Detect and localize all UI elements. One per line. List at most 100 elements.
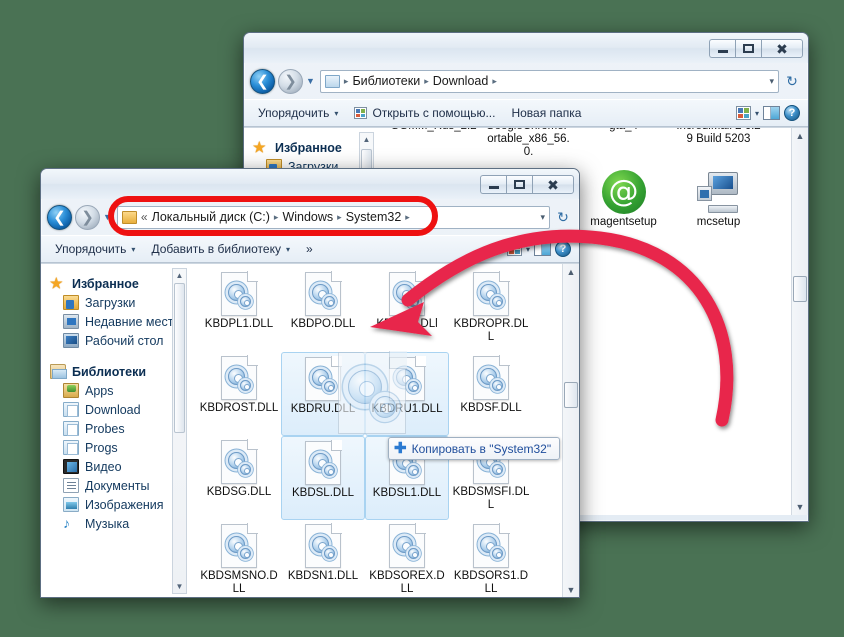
front-file-scrollbar[interactable]: ▲ ▼ (562, 264, 579, 598)
file-item[interactable]: KBDSOREX.DLL (365, 520, 449, 598)
scroll-up-icon[interactable]: ▲ (563, 264, 579, 280)
maximize-button[interactable] (506, 175, 532, 194)
breadcrumb-separator[interactable]: ▸ (424, 76, 429, 87)
sidebar-item-label: Apps (85, 384, 114, 398)
sidebar-item-probes[interactable]: Probes (41, 419, 189, 438)
sidebar-item-progs[interactable]: Progs (41, 438, 189, 457)
new-folder-button[interactable]: Новая папка (503, 103, 589, 123)
sidebar-group-libraries[interactable]: Библиотеки (41, 362, 189, 381)
scroll-up-icon[interactable]: ▲ (792, 128, 808, 144)
address-overflow-icon[interactable]: « (141, 210, 148, 224)
file-item[interactable]: KBDPO.DLL (281, 268, 365, 352)
file-item[interactable]: KBDRO.DLl (365, 268, 449, 352)
back-file-scrollbar[interactable]: ▲ ▼ (791, 128, 808, 515)
open-with-button[interactable]: Открыть с помощью... (346, 103, 503, 123)
scroll-up-icon[interactable]: ▲ (360, 133, 373, 146)
file-item[interactable]: GoogleChromePortable_x86_56.0. (481, 128, 576, 166)
back-button[interactable]: ❮ (47, 205, 72, 230)
scrollbar-thumb[interactable] (564, 382, 578, 408)
help-icon[interactable]: ? (784, 105, 800, 121)
file-item[interactable]: KBDSF.DLL (449, 352, 533, 436)
forward-button[interactable]: ❯ (75, 205, 100, 230)
maximize-button[interactable] (735, 39, 761, 58)
scroll-down-icon[interactable]: ▼ (173, 580, 186, 593)
close-button[interactable]: ✖ (532, 175, 574, 194)
file-item[interactable]: KBDSMSNO.DLL (197, 520, 281, 598)
scrollbar-thumb[interactable] (174, 283, 185, 433)
file-item[interactable]: KBDROPR.DLL (449, 268, 533, 352)
file-item[interactable]: KBDSORS1.DLL (449, 520, 533, 598)
file-item[interactable]: gta_4 (576, 128, 671, 166)
back-button[interactable]: ❮ (250, 69, 275, 94)
refresh-icon[interactable]: ↻ (782, 70, 802, 92)
scrollbar-thumb[interactable] (793, 276, 807, 302)
file-label: KBDSL.DLL (283, 487, 363, 500)
file-item[interactable]: KBDSG.DLL (197, 436, 281, 520)
sidebar-item-download[interactable]: Download (41, 400, 189, 419)
file-item-drop-target[interactable]: KBDSL.DLL (281, 436, 365, 520)
breadcrumb-separator[interactable]: ▸ (337, 212, 342, 223)
forward-button[interactable]: ❯ (278, 69, 303, 94)
sidebar-group-favorites[interactable]: ★ Избранное (244, 138, 376, 157)
close-button[interactable]: ✖ (761, 39, 803, 58)
scroll-up-icon[interactable]: ▲ (173, 269, 186, 282)
change-view-icon[interactable] (507, 242, 522, 256)
front-navpane-scrollbar[interactable]: ▲ ▼ (172, 268, 187, 594)
file-label: KBDPL1.DLL (199, 318, 279, 331)
explorer-window-system32[interactable]: ✖ ❮ ❯ ▼ « Локальный диск (C:) ▸ Windows … (40, 168, 580, 598)
breadcrumb-local-disk[interactable]: Локальный диск (C:) (152, 210, 270, 224)
drop-action-text: Копировать в "System32" (412, 442, 552, 456)
organize-button[interactable]: Упорядочить ▾ (250, 103, 346, 123)
file-item[interactable]: mcsetup (671, 166, 766, 262)
sidebar-item-изображения[interactable]: Изображения (41, 495, 189, 514)
breadcrumb-libraries[interactable]: Библиотеки (352, 74, 420, 88)
sidebar-item-label: Download (85, 403, 141, 417)
toolbar-overflow-button[interactable]: » (298, 239, 321, 259)
minimize-button[interactable] (709, 39, 735, 58)
sidebar-item-музыка[interactable]: ♪Музыка (41, 514, 189, 533)
sidebar-item-недавние-места[interactable]: Недавние места (41, 312, 189, 331)
breadcrumb-separator[interactable]: ▸ (344, 76, 349, 87)
recent-pages-dropdown[interactable]: ▼ (103, 212, 112, 222)
chevron-down-icon[interactable]: ▾ (526, 245, 530, 254)
breadcrumb-download[interactable]: Download (433, 74, 489, 88)
help-icon[interactable]: ? (555, 241, 571, 257)
file-item[interactable]: KBDPL1.DLL (197, 268, 281, 352)
chevron-down-icon[interactable]: ▾ (755, 109, 759, 118)
recent-pages-dropdown[interactable]: ▼ (306, 76, 315, 86)
back-window-titlebar[interactable]: ✖ (244, 33, 808, 63)
sidebar-item-загрузки[interactable]: Загрузки (41, 293, 189, 312)
front-window-titlebar[interactable]: ✖ (41, 169, 579, 199)
breadcrumb-separator[interactable]: ▸ (405, 212, 410, 223)
preview-pane-icon[interactable] (763, 106, 780, 120)
sidebar-item-видео[interactable]: Видео (41, 457, 189, 476)
change-view-icon[interactable] (736, 106, 751, 120)
refresh-icon[interactable]: ↻ (553, 206, 573, 228)
front-address-bar[interactable]: « Локальный диск (C:) ▸ Windows ▸ System… (117, 206, 550, 229)
back-address-bar[interactable]: ▸ Библиотеки ▸ Download ▸ ▾ (320, 70, 779, 93)
sidebar-item-apps[interactable]: Apps (41, 381, 189, 400)
file-item[interactable]: @magentsetup (576, 166, 671, 262)
breadcrumb-system32[interactable]: System32 (346, 210, 402, 224)
sidebar-item-рабочий-стол[interactable]: Рабочий стол (41, 331, 189, 350)
file-label: KBDROST.DLL (199, 402, 279, 415)
scroll-down-icon[interactable]: ▼ (563, 582, 579, 598)
add-to-library-button[interactable]: Добавить в библиотеку ▾ (143, 239, 298, 259)
breadcrumb-separator[interactable]: ▸ (492, 76, 497, 87)
breadcrumb-separator[interactable]: ▸ (274, 212, 279, 223)
organize-button[interactable]: Упорядочить ▾ (47, 239, 143, 259)
preview-pane-icon[interactable] (534, 242, 551, 256)
file-item[interactable]: GGMM_Rus_2.2 (386, 128, 481, 166)
file-item[interactable]: KBDROST.DLL (197, 352, 281, 436)
file-label: GoogleChromePortable_x86_56.0. (484, 128, 574, 159)
scroll-down-icon[interactable]: ▼ (792, 499, 808, 515)
breadcrumb-windows[interactable]: Windows (282, 210, 333, 224)
address-dropdown-caret[interactable]: ▾ (540, 212, 545, 223)
drop-action-tooltip: ✚ Копировать в "System32" (388, 437, 560, 460)
file-item[interactable]: KBDSN1.DLL (281, 520, 365, 598)
minimize-button[interactable] (480, 175, 506, 194)
sidebar-group-favorites[interactable]: ★Избранное (41, 274, 189, 293)
address-dropdown-caret[interactable]: ▾ (769, 76, 774, 87)
sidebar-item-документы[interactable]: Документы (41, 476, 189, 495)
file-item[interactable]: IncrediMail 2 6.29 Build 5203 (671, 128, 766, 166)
